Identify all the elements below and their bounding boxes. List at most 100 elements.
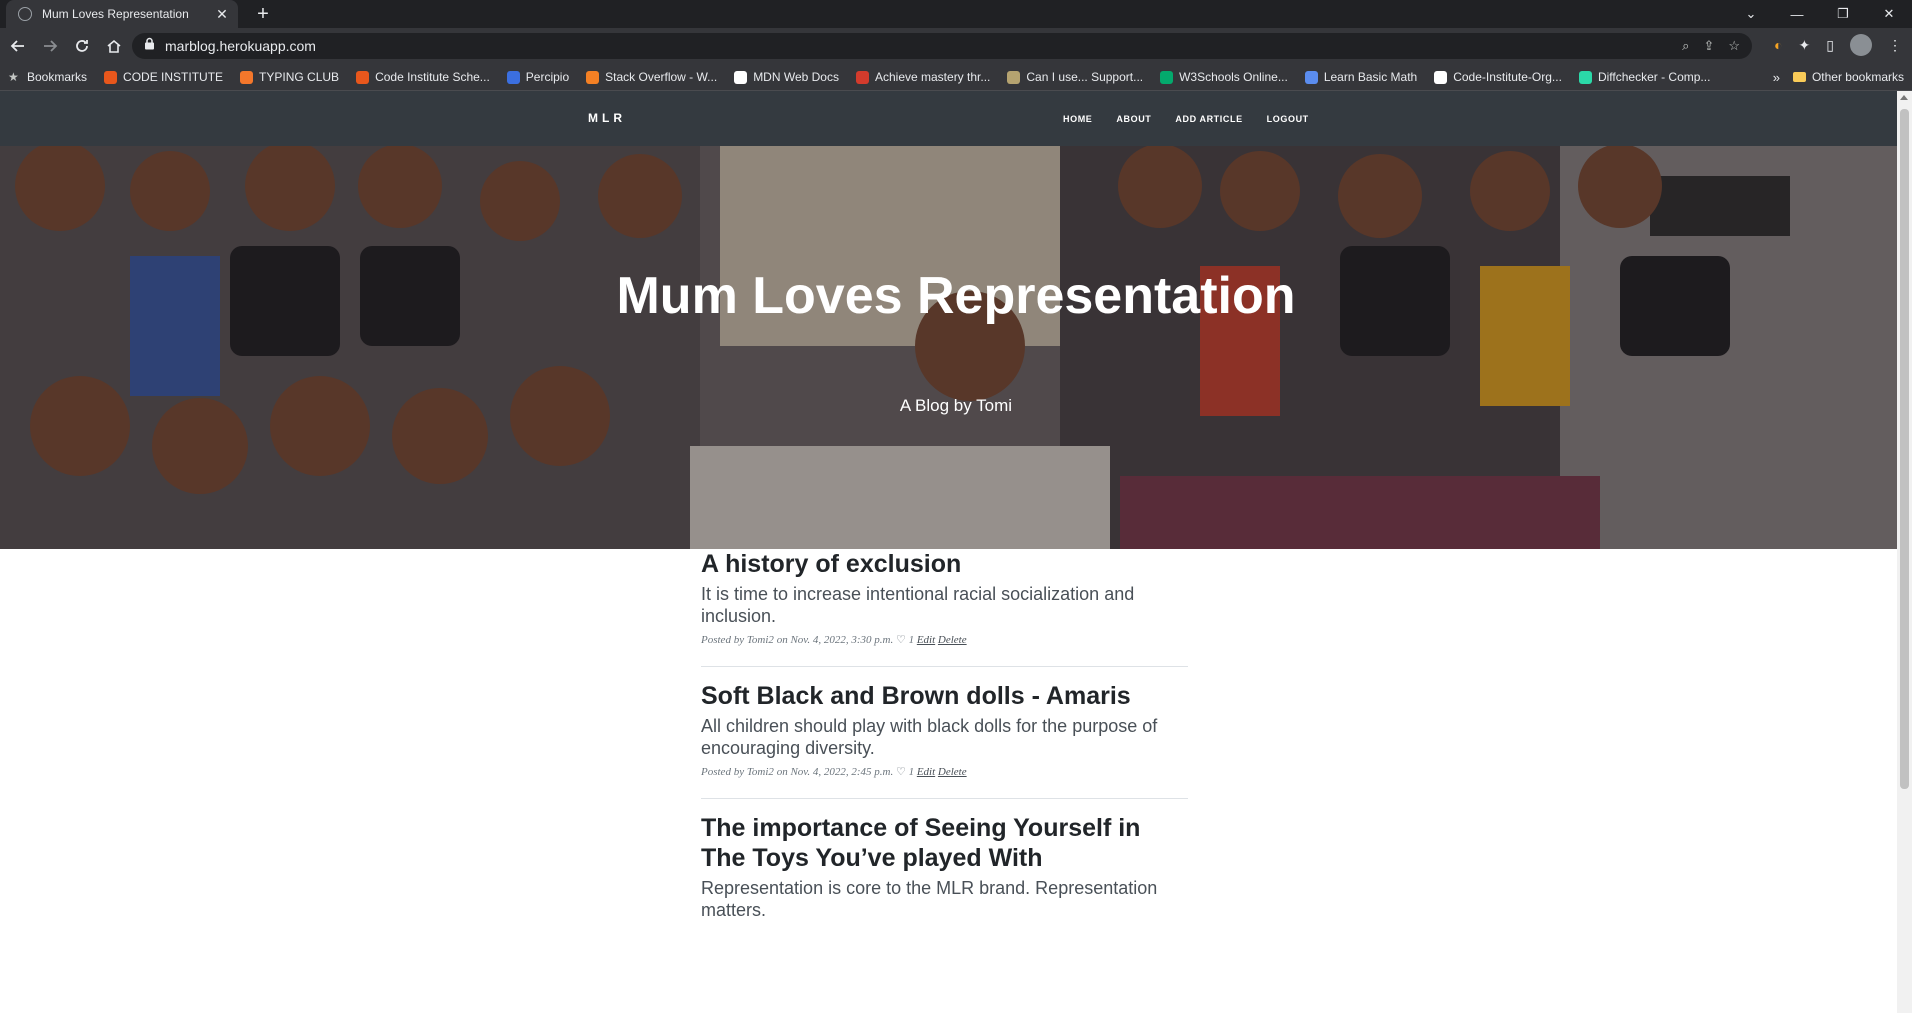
hero-banner: Mum Loves Representation A Blog by Tomi [0, 146, 1912, 549]
post-item: Soft Black and Brown dolls - Amaris All … [701, 681, 1188, 799]
share-icon[interactable]: ⇪ [1703, 38, 1714, 54]
bookmark-item[interactable]: Percipio [506, 70, 569, 84]
bookmark-item[interactable]: Code-Institute-Org... [1434, 70, 1562, 84]
profile-avatar[interactable] [1850, 34, 1872, 56]
close-window-button[interactable]: ✕ [1866, 0, 1912, 28]
site-menu: HOME ABOUT ADD ARTICLE LOGOUT [1063, 91, 1309, 146]
post-excerpt: It is time to increase intentional racia… [701, 584, 1135, 626]
browser-toolbar: marblog.herokuapp.com ⌕ ⇪ ☆ ◐ ✦ ▯ ⋮ [0, 28, 1912, 64]
bookmarks-bar: ★ Bookmarks CODE INSTITUTE TYPING CLUB Code … [0, 64, 1912, 91]
post-meta: Posted by Tomi2 on Nov. 4, 2022, 3:30 p.… [701, 634, 967, 646]
home-icon [107, 39, 121, 53]
more-bookmarks-button[interactable]: » [1773, 64, 1780, 90]
w3schools-icon [1160, 70, 1174, 84]
lock-icon [144, 37, 155, 55]
post-list: A history of exclusion It is time to inc… [701, 549, 1188, 961]
globe-icon [18, 7, 32, 21]
site-brand[interactable]: MLR [588, 91, 626, 146]
bookmark-item[interactable]: Learn Basic Math [1304, 70, 1417, 84]
bookmark-label: Code-Institute-Org... [1453, 70, 1562, 84]
post-title[interactable]: Soft Black and Brown dolls - Amaris [701, 681, 1188, 711]
heart-icon[interactable]: ♡ [896, 766, 906, 778]
edit-link[interactable]: Edit [917, 766, 935, 778]
other-bookmarks-button[interactable]: Other bookmarks [1792, 64, 1904, 90]
delete-link[interactable]: Delete [938, 634, 967, 646]
bookmark-item[interactable]: Diffchecker - Comp... [1578, 70, 1710, 84]
menu-dots-icon[interactable]: ⋮ [1888, 37, 1902, 54]
window-controls: ⌄ — ❐ ✕ [1728, 0, 1912, 28]
bookmark-label: Bookmarks [27, 70, 88, 84]
post-meta: Posted by Tomi2 on Nov. 4, 2022, 2:45 p.… [701, 766, 967, 778]
code-institute-icon [104, 70, 118, 84]
folder-icon [1792, 72, 1806, 82]
back-arrow-icon [10, 40, 24, 52]
url-text: marblog.herokuapp.com [165, 38, 316, 54]
post-excerpt: All children should play with black doll… [701, 716, 1158, 758]
post-date: on Nov. 4, 2022, 3:30 p.m. [776, 634, 894, 646]
post-author: Tomi2 [746, 766, 774, 778]
bookmark-item[interactable]: W3Schools Online... [1160, 70, 1288, 84]
restore-button[interactable]: ❐ [1820, 0, 1866, 28]
address-bar[interactable]: marblog.herokuapp.com ⌕ ⇪ ☆ [132, 33, 1752, 59]
code-institute-icon [356, 70, 370, 84]
bookmark-label: TYPING CLUB [259, 70, 340, 84]
back-button[interactable] [4, 32, 32, 60]
browser-tab[interactable]: Mum Loves Representation ✕ [6, 0, 238, 28]
bookmark-item[interactable]: MDN Web Docs [734, 70, 839, 84]
scroll-up-icon[interactable] [1900, 95, 1908, 100]
achieve-icon [855, 70, 869, 84]
other-bookmarks-label: Other bookmarks [1811, 70, 1904, 84]
bookmark-label: Code Institute Sche... [375, 70, 490, 84]
home-button[interactable] [100, 32, 128, 60]
post-author: Tomi2 [746, 634, 774, 646]
bookmark-star-icon[interactable]: ☆ [1728, 38, 1740, 54]
close-tab-icon[interactable]: ✕ [212, 4, 232, 24]
diffchecker-icon [1578, 70, 1592, 84]
nav-about[interactable]: ABOUT [1116, 114, 1151, 124]
like-count: 1 [908, 634, 915, 646]
minimize-button[interactable]: — [1774, 0, 1820, 28]
bookmark-item[interactable]: TYPING CLUB [240, 70, 339, 84]
delete-link[interactable]: Delete [938, 766, 967, 778]
github-icon [1434, 70, 1448, 84]
tab-search-icon[interactable]: ⌄ [1728, 0, 1774, 28]
post-item: The importance of Seeing Yourself in The… [701, 813, 1188, 947]
nav-logout[interactable]: LOGOUT [1267, 114, 1309, 124]
typing-club-icon [240, 70, 254, 84]
hero-overlay [0, 146, 1912, 549]
forward-button[interactable] [36, 32, 64, 60]
new-tab-button[interactable]: + [252, 3, 274, 25]
bookmark-item[interactable]: Code Institute Sche... [356, 70, 490, 84]
post-excerpt: Representation is core to the MLR brand.… [701, 878, 1158, 920]
bookmark-label: Can I use... Support... [1026, 70, 1144, 84]
bookmark-item[interactable]: Can I use... Support... [1007, 70, 1143, 84]
side-panel-icon[interactable]: ▯ [1826, 37, 1834, 54]
site-navbar: MLR HOME ABOUT ADD ARTICLE LOGOUT [0, 91, 1912, 146]
post-title[interactable]: The importance of Seeing Yourself in The… [701, 813, 1188, 873]
pi-icon [1304, 70, 1318, 84]
reload-button[interactable] [68, 32, 96, 60]
mdn-icon [734, 70, 748, 84]
web-page: MLR HOME ABOUT ADD ARTICLE LOGOUT Mum Lo… [0, 91, 1912, 1013]
bookmark-item[interactable]: CODE INSTITUTE [104, 70, 223, 84]
page-scrollbar[interactable] [1897, 91, 1912, 1013]
bookmark-item[interactable]: ★ Bookmarks [8, 70, 87, 84]
heart-icon[interactable]: ♡ [896, 634, 906, 646]
extension-icon[interactable]: ◐ [1774, 37, 1782, 53]
hero-title: Mum Loves Representation [616, 267, 1296, 325]
nav-home[interactable]: HOME [1063, 114, 1092, 124]
like-count: 1 [908, 766, 915, 778]
bookmark-item[interactable]: Achieve mastery thr... [855, 70, 991, 84]
puzzle-icon[interactable]: ✦ [1799, 37, 1811, 54]
tab-title: Mum Loves Representation [42, 7, 189, 21]
nav-add-article[interactable]: ADD ARTICLE [1175, 114, 1242, 124]
scrollbar-thumb[interactable] [1900, 109, 1909, 789]
bookmark-item[interactable]: Stack Overflow - W... [586, 70, 717, 84]
zoom-icon[interactable]: ⌕ [1682, 38, 1689, 54]
bookmark-label: Achieve mastery thr... [874, 70, 991, 84]
bookmark-label: MDN Web Docs [753, 70, 839, 84]
post-title[interactable]: A history of exclusion [701, 549, 1188, 579]
browser-tab-strip: Mum Loves Representation ✕ + ⌄ — ❐ ✕ [0, 0, 1912, 28]
post-item: A history of exclusion It is time to inc… [701, 549, 1188, 667]
edit-link[interactable]: Edit [917, 634, 935, 646]
